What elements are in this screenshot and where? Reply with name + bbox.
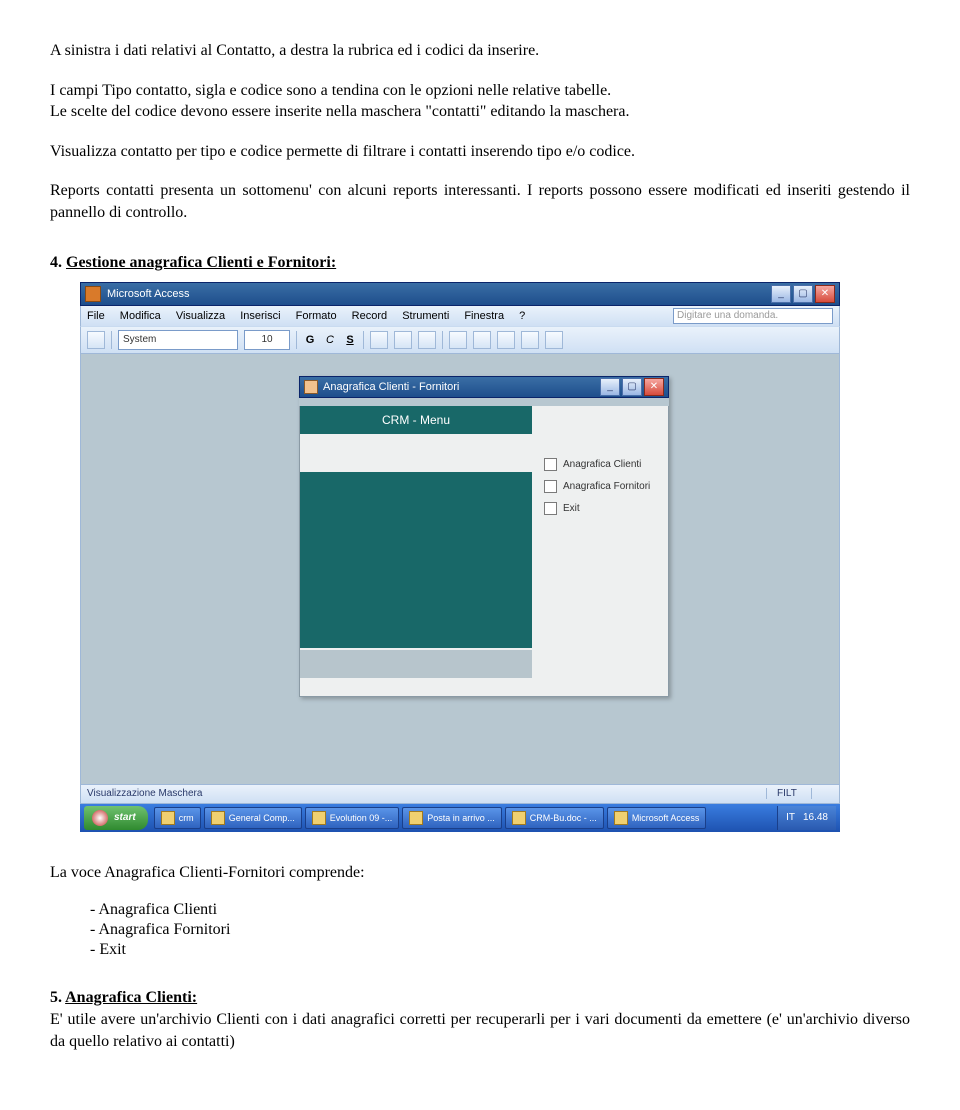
option-anagrafica-fornitori[interactable]: Anagrafica Fornitori [544, 480, 650, 493]
bold-button[interactable]: G [303, 334, 317, 346]
menu-edit[interactable]: Modifica [120, 310, 161, 322]
separator [111, 331, 112, 349]
status-blank [811, 788, 833, 799]
windows-logo-icon [92, 810, 108, 826]
access-app-icon [85, 286, 101, 302]
align-left-button[interactable] [370, 331, 388, 349]
menu-view[interactable]: Visualizza [176, 310, 225, 322]
option-anagrafica-clienti[interactable]: Anagrafica Clienti [544, 458, 641, 471]
font-size-select[interactable]: 10 [244, 330, 290, 350]
menu-file[interactable]: File [87, 310, 105, 322]
paragraph: La voce Anagrafica Clienti-Fornitori com… [50, 862, 910, 884]
line-color-button[interactable] [497, 331, 515, 349]
special-effect-button[interactable] [545, 331, 563, 349]
system-tray: IT 16.48 [777, 806, 836, 830]
menu-help[interactable]: ? [519, 310, 525, 322]
form-minimize-button[interactable]: _ [600, 378, 620, 396]
screenshot-access: Microsoft Access _ ▢ ✕ File Modifica Vis… [80, 282, 840, 832]
tray-clock[interactable]: 16.48 [803, 812, 828, 823]
taskbar-item[interactable]: General Comp... [204, 807, 302, 829]
section-heading: 5. Anagrafica Clienti: [50, 989, 910, 1007]
app-titlebar: Microsoft Access _ ▢ ✕ [80, 282, 840, 306]
paragraph: E' utile avere un'archivio Clienti con i… [50, 1009, 910, 1052]
italic-button[interactable]: C [323, 334, 337, 346]
separator [296, 331, 297, 349]
form-titlebar: Anagrafica Clienti - Fornitori _ ▢ ✕ [299, 376, 669, 398]
form-title: Anagrafica Clienti - Fornitori [323, 381, 459, 393]
list-item: Anagrafica Fornitori [90, 921, 910, 939]
option-button-icon [544, 502, 557, 515]
list-item: Anagrafica Clienti [90, 901, 910, 919]
taskbar-item[interactable]: Microsoft Access [607, 807, 707, 829]
menubar: File Modifica Visualizza Inserisci Forma… [80, 306, 840, 326]
bullet-list: Anagrafica Clienti Anagrafica Fornitori … [90, 901, 910, 959]
toolbar-button[interactable] [87, 331, 105, 349]
form-close-button[interactable]: ✕ [644, 378, 664, 396]
list-item: Exit [90, 941, 910, 959]
form-body: CRM - Menu Anagrafica Clienti Anagrafica… [299, 406, 669, 697]
statusbar: Visualizzazione Maschera FILT [80, 785, 840, 804]
option-button-icon [544, 458, 557, 471]
close-button[interactable]: ✕ [815, 285, 835, 303]
menu-insert[interactable]: Inserisci [240, 310, 280, 322]
underline-button[interactable]: S [343, 334, 357, 346]
app-icon [211, 811, 225, 825]
app-icon [409, 811, 423, 825]
app-title: Microsoft Access [107, 288, 190, 300]
align-right-button[interactable] [418, 331, 436, 349]
app-icon [161, 811, 175, 825]
form-maximize-button[interactable]: ▢ [622, 378, 642, 396]
crm-side-footer [300, 650, 532, 678]
taskbar-item[interactable]: Evolution 09 -... [305, 807, 400, 829]
paragraph: A sinistra i dati relativi al Contatto, … [50, 40, 910, 62]
paragraph: Visualizza contatto per tipo e codice pe… [50, 141, 910, 163]
paragraph: Reports contatti presenta un sottomenu' … [50, 180, 910, 223]
app-icon [512, 811, 526, 825]
minimize-button[interactable]: _ [771, 285, 791, 303]
form-window: Anagrafica Clienti - Fornitori _ ▢ ✕ CRM… [299, 376, 669, 697]
paragraph: I campi Tipo contatto, sigla e codice so… [50, 80, 910, 123]
tray-language[interactable]: IT [786, 812, 795, 823]
status-left: Visualizzazione Maschera [87, 788, 202, 799]
form-icon [304, 380, 318, 394]
app-icon [312, 811, 326, 825]
font-color-button[interactable] [473, 331, 491, 349]
section-heading: 4. Gestione anagrafica Clienti e Fornito… [50, 254, 910, 272]
border-button[interactable] [521, 331, 539, 349]
fill-color-button[interactable] [449, 331, 467, 349]
taskbar-item[interactable]: Posta in arrivo ... [402, 807, 502, 829]
font-name-select[interactable]: System [118, 330, 238, 350]
menu-format[interactable]: Formato [296, 310, 337, 322]
crm-side-panel [300, 472, 532, 648]
align-center-button[interactable] [394, 331, 412, 349]
taskbar-item[interactable]: crm [154, 807, 201, 829]
start-button[interactable]: start [84, 806, 148, 830]
mdi-client-area: Anagrafica Clienti - Fornitori _ ▢ ✕ CRM… [80, 354, 840, 785]
status-filt: FILT [766, 788, 797, 799]
taskbar-item[interactable]: CRM-Bu.doc - ... [505, 807, 604, 829]
format-toolbar: System 10 G C S [80, 326, 840, 354]
menu-tools[interactable]: Strumenti [402, 310, 449, 322]
separator [363, 331, 364, 349]
ask-question-box[interactable]: Digitare una domanda. [673, 308, 833, 324]
option-exit[interactable]: Exit [544, 502, 580, 515]
menu-record[interactable]: Record [352, 310, 387, 322]
maximize-button[interactable]: ▢ [793, 285, 813, 303]
crm-menu-header: CRM - Menu [300, 406, 532, 434]
windows-taskbar: start crm General Comp... Evolution 09 -… [80, 804, 840, 832]
app-icon [614, 811, 628, 825]
option-button-icon [544, 480, 557, 493]
separator [442, 331, 443, 349]
menu-window[interactable]: Finestra [464, 310, 504, 322]
